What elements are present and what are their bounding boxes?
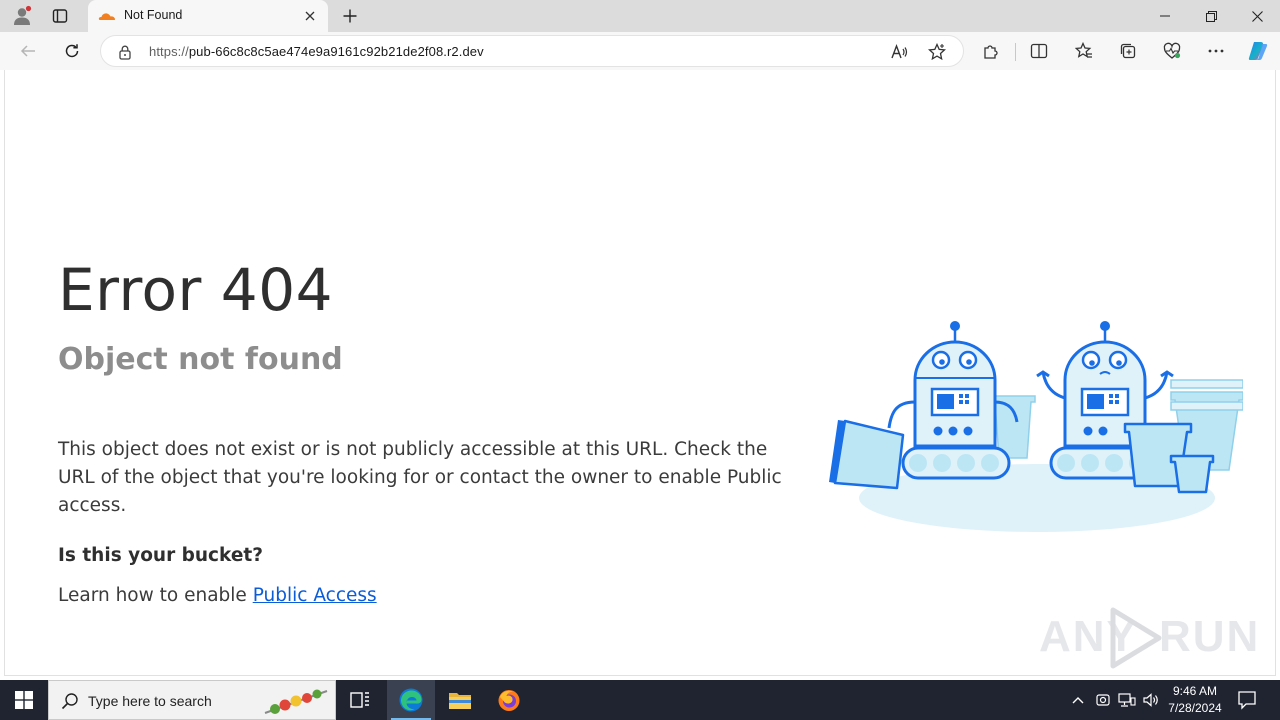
chevron-up-icon [1072,697,1084,704]
minimize-icon [1160,15,1170,17]
browser-tab-bar: Not Found [0,0,1280,32]
learn-text: Learn how to enable Public Access [58,585,377,606]
search-highlight-image [264,689,328,714]
meet-now-button[interactable] [1093,690,1113,710]
folder-icon [449,693,471,709]
anyrun-watermark: ANY RUN [1039,606,1258,670]
taskbar-clock[interactable]: 9:46 AM 7/28/2024 [1160,683,1230,717]
public-access-link[interactable]: Public Access [253,585,377,606]
more-icon [1208,49,1224,53]
star-icon [928,43,946,61]
collections-button[interactable] [1114,37,1142,65]
tipped-bucket [829,419,905,490]
tab-active[interactable]: Not Found [88,0,328,32]
copilot-icon [1248,42,1268,60]
network-button[interactable] [1117,690,1137,710]
url-host: pub-66c8c8c5ae474e9a9161c92b21de2f08.r2.… [188,44,484,59]
minimize-button[interactable] [1142,0,1188,32]
search-icon [61,693,78,710]
read-aloud-button[interactable] [889,42,909,62]
search-placeholder: Type here to search [88,693,212,709]
address-url[interactable]: https://pub-66c8c8c5ae474e9a9161c92b21de… [149,44,484,59]
address-bar[interactable]: https://pub-66c8c8c5ae474e9a9161c92b21de… [100,35,964,67]
new-tab-button[interactable] [338,4,362,28]
split-screen-button[interactable] [1025,37,1053,65]
learn-prefix: Learn how to enable [58,585,253,606]
speaker-icon [1143,693,1158,707]
browser-essentials-button[interactable] [1158,37,1186,65]
toolbar-divider [1015,43,1016,61]
profile-button[interactable] [8,4,36,28]
error-title: Error 404 [58,256,334,324]
windows-taskbar: Type here to search 9:46 AM 7/28/2024 [0,680,1280,720]
arrow-left-icon [20,45,35,57]
copilot-button[interactable] [1244,37,1272,65]
bucket-question: Is this your bucket? [58,545,263,566]
volume-button[interactable] [1141,690,1161,710]
puzzle-icon [984,45,998,59]
taskbar-search[interactable]: Type here to search [48,680,336,720]
collections-icon [1120,43,1136,59]
tab-title: Not Found [124,8,183,22]
start-button[interactable] [0,680,48,720]
network-icon [1118,693,1136,707]
robots-illustration [829,321,1243,532]
tab-close-button[interactable] [302,8,318,24]
settings-menu-button[interactable] [1202,37,1230,65]
taskbar-edge[interactable] [387,680,435,720]
firefox-icon [498,690,520,711]
page-viewport: Error 404 Object not found This object d… [4,70,1276,676]
task-view-button[interactable] [336,680,384,720]
watermark-right: RUN [1159,612,1261,661]
show-hidden-icons-button[interactable] [1068,690,1088,710]
task-view-icon [350,692,369,708]
taskbar-firefox[interactable] [485,680,533,720]
taskbar-file-explorer[interactable] [436,680,484,720]
tab-actions-button[interactable] [46,4,74,28]
read-aloud-icon [891,44,908,59]
favorites-icon [1075,42,1092,58]
lock-icon[interactable] [117,44,133,60]
play-logo-icon [1110,607,1162,669]
edge-icon [399,688,423,712]
plus-icon [343,9,357,23]
refresh-icon [65,44,79,58]
browser-toolbar: https://pub-66c8c8c5ae474e9a9161c92b21de… [0,32,1280,70]
notification-icon[interactable] [1236,690,1258,710]
restore-button[interactable] [1188,0,1234,32]
error-subtitle: Object not found [58,342,343,377]
extensions-button[interactable] [977,37,1005,65]
tab-actions-icon [52,9,68,23]
close-icon [1251,10,1263,22]
restore-icon [1205,10,1217,22]
error-description: This object does not exist or is not pub… [58,439,782,516]
split-screen-icon [1030,43,1048,59]
back-button[interactable] [14,37,42,65]
refresh-button[interactable] [58,37,86,65]
heart-pulse-icon [1163,42,1181,59]
clock-time: 9:46 AM [1172,684,1218,698]
favorite-button[interactable] [927,42,947,62]
camera-icon [1096,694,1110,706]
profile-icon [14,5,32,25]
favorites-button[interactable] [1070,37,1098,65]
url-scheme: https:// [149,44,189,59]
cloudflare-favicon [98,13,116,20]
windows-logo-icon [15,691,33,709]
close-icon [305,11,315,21]
clock-date: 7/28/2024 [1168,701,1222,715]
close-window-button[interactable] [1234,0,1280,32]
